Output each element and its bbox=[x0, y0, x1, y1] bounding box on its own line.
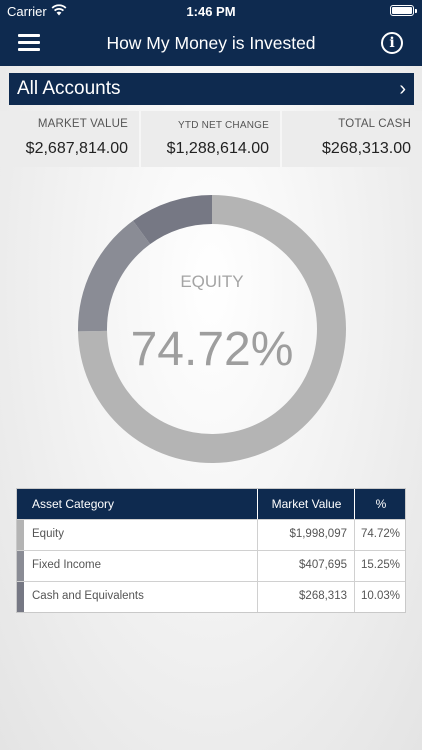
top-bar: Carrier 1:46 PM How My Money is Invested… bbox=[0, 0, 422, 66]
row-percent: 10.03% bbox=[360, 590, 400, 602]
hamburger-menu-icon[interactable] bbox=[18, 34, 40, 52]
table-header: Asset Category Market Value % bbox=[17, 489, 405, 519]
market-value-label: MARKET VALUE bbox=[37, 118, 128, 130]
info-icon[interactable]: i bbox=[381, 32, 403, 54]
total-cash-amount: $268,313.00 bbox=[322, 140, 411, 157]
table-row[interactable]: Equity $1,998,097 74.72% bbox=[17, 519, 405, 550]
donut-segment-cash-and-equivalents[interactable] bbox=[133, 195, 212, 245]
row-category: Fixed Income bbox=[32, 559, 102, 571]
ytd-net-change-label: YTD NET CHANGE bbox=[178, 120, 269, 131]
column-header-percent: % bbox=[375, 497, 387, 511]
summary-cards: MARKET VALUE $2,687,814.00 YTD NET CHANG… bbox=[0, 111, 422, 167]
category-color-swatch bbox=[17, 520, 24, 550]
navigation-bar: How My Money is Invested i bbox=[0, 22, 422, 66]
row-market-value: $268,313 bbox=[299, 590, 347, 602]
status-time: 1:46 PM bbox=[186, 4, 236, 19]
row-market-value: $1,998,097 bbox=[289, 528, 347, 540]
column-header-asset-category: Asset Category bbox=[32, 497, 115, 511]
asset-allocation-table: Asset Category Market Value % Equity $1,… bbox=[16, 488, 406, 613]
table-row[interactable]: Fixed Income $407,695 15.25% bbox=[17, 550, 405, 581]
market-value-amount: $2,687,814.00 bbox=[25, 140, 128, 157]
chevron-right-icon: › bbox=[399, 78, 406, 100]
market-value-card: MARKET VALUE $2,687,814.00 bbox=[0, 111, 139, 167]
table-row[interactable]: Cash and Equivalents $268,313 10.03% bbox=[17, 581, 405, 612]
row-percent: 74.72% bbox=[360, 528, 400, 540]
column-header-market-value: Market Value bbox=[271, 497, 342, 511]
donut-center-value: 74.72% bbox=[130, 323, 294, 376]
row-category: Equity bbox=[32, 528, 64, 540]
status-bar: Carrier 1:46 PM bbox=[0, 0, 422, 22]
category-color-swatch bbox=[17, 551, 24, 581]
account-selector[interactable]: All Accounts › bbox=[9, 73, 414, 105]
account-selector-label: All Accounts bbox=[17, 78, 121, 99]
ytd-net-change-amount: $1,288,614.00 bbox=[166, 140, 269, 157]
row-category: Cash and Equivalents bbox=[32, 590, 144, 602]
donut-center-label: EQUITY bbox=[180, 272, 244, 291]
row-market-value: $407,695 bbox=[299, 559, 347, 571]
battery-icon bbox=[390, 5, 417, 16]
page-title: How My Money is Invested bbox=[106, 33, 316, 53]
ytd-net-change-card: YTD NET CHANGE $1,288,614.00 bbox=[141, 111, 280, 167]
category-color-swatch bbox=[17, 582, 24, 612]
total-cash-card: TOTAL CASH $268,313.00 bbox=[282, 111, 422, 167]
row-percent: 15.25% bbox=[360, 559, 400, 571]
total-cash-label: TOTAL CASH bbox=[338, 118, 411, 130]
